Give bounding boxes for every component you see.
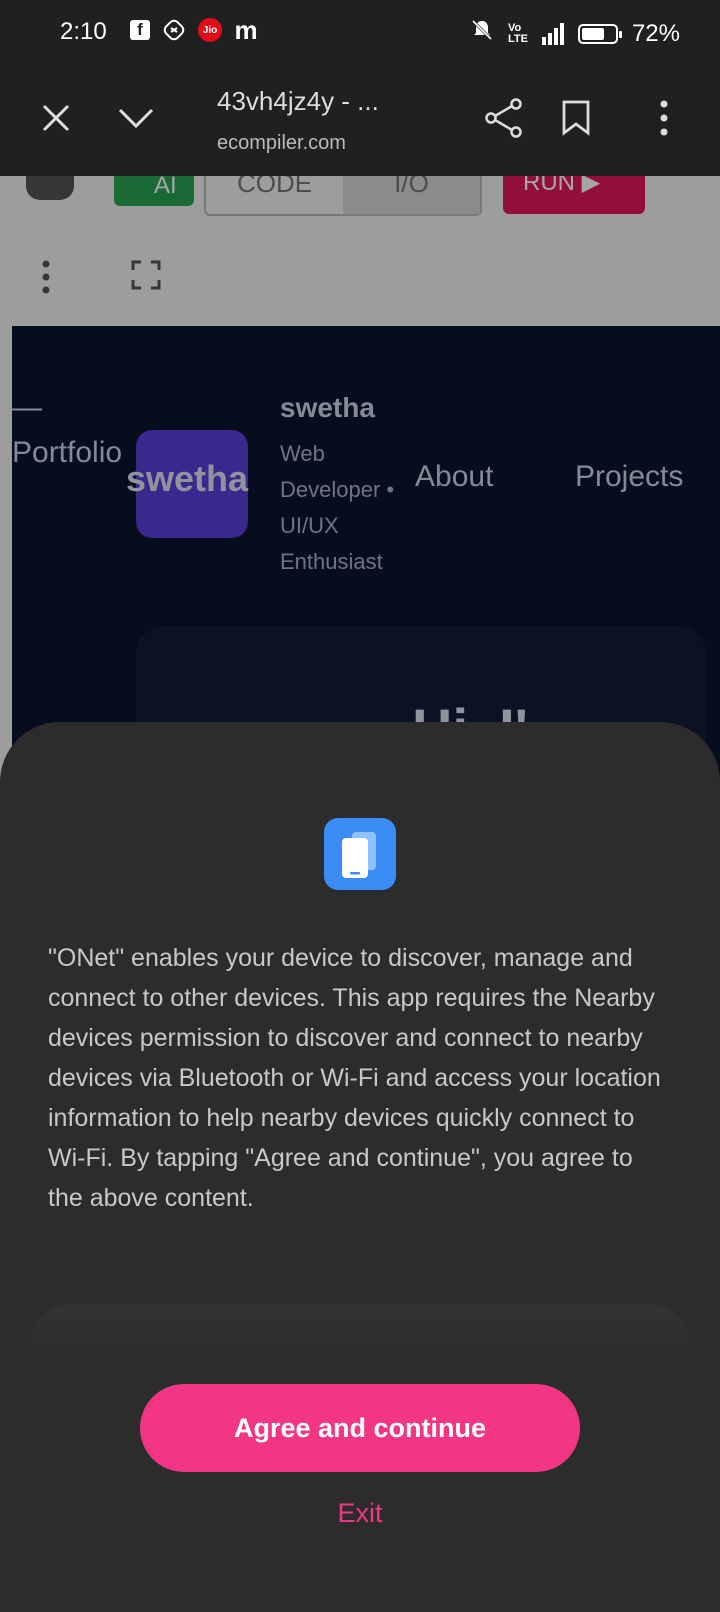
facebook-icon: f <box>130 20 150 40</box>
more-options-icon[interactable] <box>636 90 692 146</box>
volte-icon: Vo LTE <box>507 21 528 45</box>
mute-icon <box>470 18 494 49</box>
m-icon: m <box>234 14 258 45</box>
battery-percent: 72% <box>631 19 680 47</box>
signal-icon <box>541 22 564 45</box>
page-title[interactable]: 43vh4jz4y - ... <box>217 86 379 117</box>
chevron-down-icon[interactable] <box>108 90 164 146</box>
status-bar: 2:10 f Jio m Vo LTE 72% <box>0 0 720 64</box>
agree-and-continue-button[interactable]: Agree and continue <box>140 1384 580 1472</box>
share-icon[interactable] <box>476 90 532 146</box>
permission-description: "ONet" enables your device to discover, … <box>48 944 661 1212</box>
bookmark-icon[interactable] <box>548 90 604 146</box>
exit-button[interactable]: Exit <box>0 1498 720 1529</box>
shazam-icon <box>162 18 186 42</box>
close-icon[interactable] <box>28 90 84 146</box>
system-icons: Vo LTE 72% <box>470 18 680 49</box>
battery-icon <box>577 23 622 44</box>
page-url[interactable]: ecompiler.com <box>217 132 377 155</box>
notification-icons: f Jio m <box>130 14 258 45</box>
sheet-divider <box>30 1304 690 1364</box>
status-time: 2:10 <box>60 18 107 45</box>
jio-icon: Jio <box>198 18 222 42</box>
browser-toolbar: 43vh4jz4y - ... ecompiler.com <box>0 64 720 176</box>
permission-sheet: "ONet" enables your device to discover, … <box>0 722 720 1612</box>
devices-icon <box>324 818 396 890</box>
